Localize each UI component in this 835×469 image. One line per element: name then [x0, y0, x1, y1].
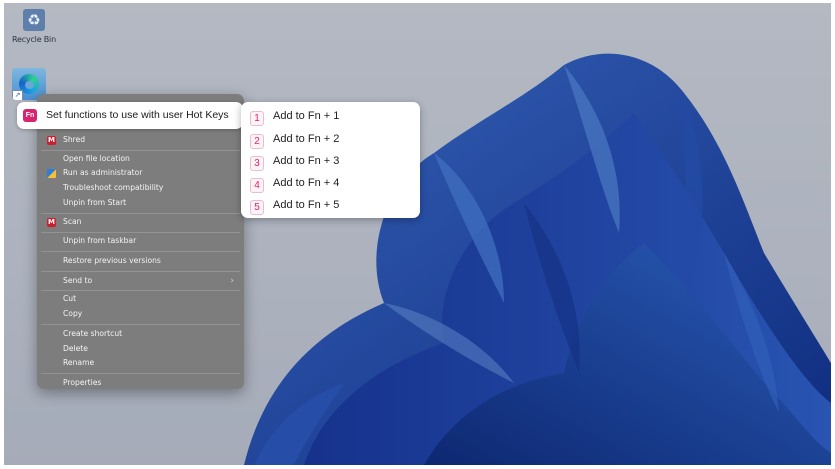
menu-divider: [41, 213, 240, 214]
shield-icon: [47, 169, 56, 178]
menu-divider: [41, 232, 240, 233]
menu-item-send-to[interactable]: Send to ›: [37, 274, 244, 288]
fn-hotkey-icon: Fn: [23, 109, 37, 122]
menu-item-label: Troubleshoot compatibility: [63, 183, 164, 192]
menu-item-label: Copy: [63, 309, 83, 318]
menu-item-run-as-administrator[interactable]: Run as administrator: [37, 166, 244, 180]
menu-item-troubleshoot-compatibility[interactable]: Troubleshoot compatibility: [37, 181, 244, 195]
menu-item-label: Run as administrator: [63, 168, 143, 177]
menu-item-label: Restore previous versions: [63, 256, 161, 265]
recycle-bin-label: Recycle Bin: [12, 35, 56, 44]
menu-divider: [41, 251, 240, 252]
submenu-item-fn-5[interactable]: 5 Add to Fn + 5: [241, 195, 420, 217]
menu-item-set-hot-keys[interactable]: Fn Set functions to use with user Hot Ke…: [17, 102, 243, 129]
menu-divider: [41, 150, 240, 151]
menu-item-label: Cut: [63, 294, 77, 303]
menu-item-label: Unpin from taskbar: [63, 236, 137, 245]
mcafee-icon: M: [47, 218, 56, 227]
menu-divider: [41, 290, 240, 291]
submenu-item-label: Add to Fn + 4: [273, 177, 340, 189]
submenu-item-fn-1[interactable]: 1 Add to Fn + 1: [241, 106, 420, 128]
number-2-icon: 2: [250, 134, 264, 149]
menu-item-rename[interactable]: Rename: [37, 356, 244, 370]
number-5-icon: 5: [250, 200, 264, 215]
menu-item-delete[interactable]: Delete: [37, 342, 244, 356]
menu-divider: [41, 373, 240, 374]
menu-item-cut[interactable]: Cut: [37, 292, 244, 306]
number-4-icon: 4: [250, 178, 264, 193]
menu-item-open-file-location[interactable]: Open file location: [37, 152, 244, 166]
menu-item-label: Unpin from Start: [63, 198, 127, 207]
submenu-item-label: Add to Fn + 5: [273, 199, 340, 211]
submenu-item-fn-4[interactable]: 4 Add to Fn + 4: [241, 173, 420, 195]
mcafee-icon: M: [47, 136, 56, 145]
number-3-icon: 3: [250, 156, 264, 171]
menu-item-label: Scan: [63, 217, 82, 226]
menu-item-scan[interactable]: M Scan: [37, 215, 244, 229]
menu-item-label: Delete: [63, 344, 88, 353]
chevron-right-icon: ›: [230, 276, 234, 286]
menu-item-copy[interactable]: Copy: [37, 307, 244, 321]
hotkey-submenu: 1 Add to Fn + 1 2 Add to Fn + 2 3 Add to…: [241, 102, 420, 218]
recycle-bin-shortcut[interactable]: ♻ Recycle Bin: [8, 9, 60, 44]
menu-item-unpin-from-taskbar[interactable]: Unpin from taskbar: [37, 234, 244, 248]
menu-item-label: Create shortcut: [63, 329, 123, 338]
menu-item-unpin-from-start[interactable]: Unpin from Start: [37, 196, 244, 210]
menu-item-restore-previous-versions[interactable]: Restore previous versions: [37, 254, 244, 268]
submenu-item-fn-3[interactable]: 3 Add to Fn + 3: [241, 151, 420, 173]
recycle-bin-icon: ♻: [23, 9, 45, 31]
menu-item-shred[interactable]: M Shred: [37, 133, 244, 147]
submenu-item-label: Add to Fn + 3: [273, 155, 340, 167]
menu-item-label: Open file location: [63, 154, 130, 163]
menu-item-label: Set functions to use with user Hot Keys: [46, 109, 229, 121]
submenu-item-fn-2[interactable]: 2 Add to Fn + 2: [241, 129, 420, 151]
shortcut-arrow-icon: ↗: [12, 90, 23, 100]
menu-item-label: Send to: [63, 276, 93, 285]
menu-divider: [41, 271, 240, 272]
menu-divider: [41, 324, 240, 325]
menu-item-label: Properties: [63, 378, 102, 387]
number-1-icon: 1: [250, 111, 264, 126]
menu-item-label: Rename: [63, 358, 95, 367]
menu-item-create-shortcut[interactable]: Create shortcut: [37, 327, 244, 341]
menu-item-label: Shred: [63, 135, 86, 144]
submenu-item-label: Add to Fn + 2: [273, 133, 340, 145]
menu-item-properties[interactable]: Properties: [37, 376, 244, 390]
context-menu: M Shred Open file location Run as admini…: [37, 94, 244, 389]
submenu-item-label: Add to Fn + 1: [273, 110, 340, 122]
